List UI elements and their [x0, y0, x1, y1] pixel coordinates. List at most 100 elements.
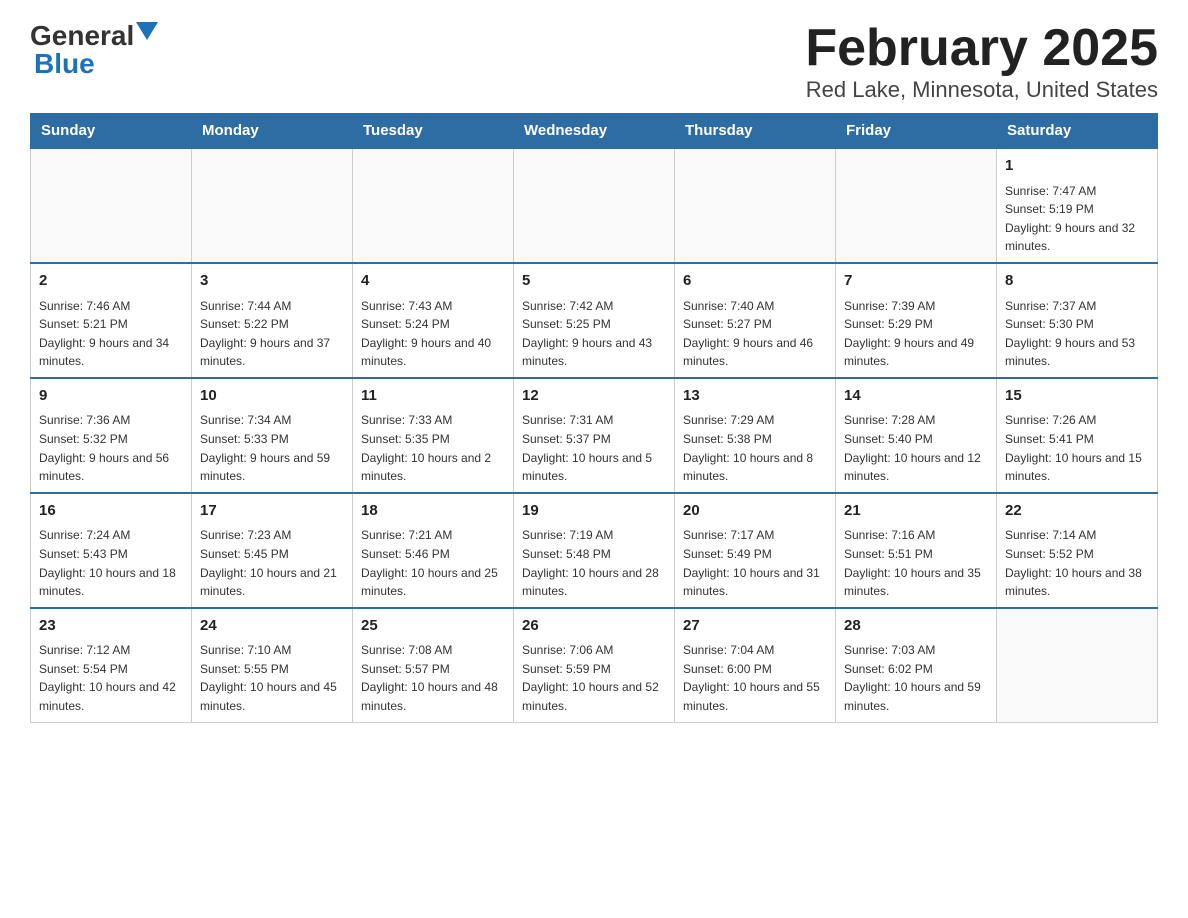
day-number: 9	[39, 385, 183, 408]
day-number: 6	[683, 270, 827, 293]
weekday-header-row: SundayMondayTuesdayWednesdayThursdayFrid…	[31, 114, 1158, 149]
calendar-day-cell: 17 Sunrise: 7:23 AMSunset: 5:45 PMDayligh…	[192, 493, 353, 608]
calendar-day-cell: 15Sunrise: 7:26 AMSunset: 5:41 PMDayligh…	[997, 378, 1158, 493]
calendar-day-cell: 20Sunrise: 7:17 AMSunset: 5:49 PMDayligh…	[675, 493, 836, 608]
calendar-day-cell: 27 Sunrise: 7:04 AMSunset: 6:00 PMDayligh…	[675, 608, 836, 722]
calendar-day-cell: 6 Sunrise: 7:40 AMSunset: 5:27 PMDaylight…	[675, 263, 836, 378]
day-number: 3	[200, 270, 344, 293]
day-number: 2	[39, 270, 183, 293]
calendar-body: 1 Sunrise: 7:47 AMSunset: 5:19 PMDaylight…	[31, 148, 1158, 722]
day-number: 10	[200, 385, 344, 408]
calendar-header: SundayMondayTuesdayWednesdayThursdayFrid…	[31, 114, 1158, 149]
day-number: 24	[200, 615, 344, 638]
day-info: Sunrise: 7:44 AMSunset: 5:22 PMDaylight:…	[200, 297, 344, 371]
calendar-day-cell: 26 Sunrise: 7:06 AMSunset: 5:59 PMDayligh…	[514, 608, 675, 722]
calendar-week-row: 9 Sunrise: 7:36 AMSunset: 5:32 PMDaylight…	[31, 378, 1158, 493]
day-number: 23	[39, 615, 183, 638]
day-info: Sunrise: 7:29 AMSunset: 5:38 PMDaylight:…	[683, 411, 827, 485]
day-info: Sunrise: 7:06 AMSunset: 5:59 PMDaylight:…	[522, 641, 666, 715]
day-info: Sunrise: 7:24 AMSunset: 5:43 PMDaylight:…	[39, 526, 183, 600]
weekday-header-thursday: Thursday	[675, 114, 836, 149]
day-number: 20	[683, 500, 827, 523]
weekday-header-friday: Friday	[836, 114, 997, 149]
day-info: Sunrise: 7:21 AMSunset: 5:46 PMDaylight:…	[361, 526, 505, 600]
calendar-day-cell: 19Sunrise: 7:19 AMSunset: 5:48 PMDayligh…	[514, 493, 675, 608]
calendar-day-cell: 3 Sunrise: 7:44 AMSunset: 5:22 PMDaylight…	[192, 263, 353, 378]
day-number: 8	[1005, 270, 1149, 293]
calendar-subtitle: Red Lake, Minnesota, United States	[805, 77, 1158, 103]
day-number: 22	[1005, 500, 1149, 523]
day-info: Sunrise: 7:19 AMSunset: 5:48 PMDaylight:…	[522, 526, 666, 600]
calendar-day-cell: 12Sunrise: 7:31 AMSunset: 5:37 PMDayligh…	[514, 378, 675, 493]
day-number: 27	[683, 615, 827, 638]
calendar-day-cell	[836, 148, 997, 263]
weekday-header-saturday: Saturday	[997, 114, 1158, 149]
calendar-day-cell: 8 Sunrise: 7:37 AMSunset: 5:30 PMDaylight…	[997, 263, 1158, 378]
day-number: 11	[361, 385, 505, 408]
calendar-day-cell: 10Sunrise: 7:34 AMSunset: 5:33 PMDayligh…	[192, 378, 353, 493]
day-number: 28	[844, 615, 988, 638]
logo-triangle-icon	[136, 22, 158, 44]
calendar-table: SundayMondayTuesdayWednesdayThursdayFrid…	[30, 113, 1158, 722]
day-info: Sunrise: 7:28 AMSunset: 5:40 PMDaylight:…	[844, 411, 988, 485]
day-info: Sunrise: 7:33 AMSunset: 5:35 PMDaylight:…	[361, 411, 505, 485]
day-info: Sunrise: 7:39 AMSunset: 5:29 PMDaylight:…	[844, 297, 988, 371]
calendar-day-cell	[514, 148, 675, 263]
calendar-week-row: 16 Sunrise: 7:24 AMSunset: 5:43 PMDayligh…	[31, 493, 1158, 608]
day-info: Sunrise: 7:23 AMSunset: 5:45 PMDaylight:…	[200, 526, 344, 600]
day-number: 17	[200, 500, 344, 523]
page-header: General Blue February 2025 Red Lake, Min…	[30, 20, 1158, 103]
logo-blue-text: Blue	[34, 48, 95, 80]
day-number: 15	[1005, 385, 1149, 408]
weekday-header-sunday: Sunday	[31, 114, 192, 149]
day-info: Sunrise: 7:16 AMSunset: 5:51 PMDaylight:…	[844, 526, 988, 600]
calendar-title: February 2025	[805, 20, 1158, 77]
calendar-day-cell: 18 Sunrise: 7:21 AMSunset: 5:46 PMDayligh…	[353, 493, 514, 608]
day-number: 7	[844, 270, 988, 293]
logo: General Blue	[30, 20, 158, 80]
day-info: Sunrise: 7:46 AMSunset: 5:21 PMDaylight:…	[39, 297, 183, 371]
calendar-day-cell: 4Sunrise: 7:43 AMSunset: 5:24 PMDaylight…	[353, 263, 514, 378]
day-info: Sunrise: 7:10 AMSunset: 5:55 PMDaylight:…	[200, 641, 344, 715]
day-info: Sunrise: 7:47 AMSunset: 5:19 PMDaylight:…	[1005, 182, 1149, 256]
calendar-day-cell: 23 Sunrise: 7:12 AMSunset: 5:54 PMDayligh…	[31, 608, 192, 722]
calendar-day-cell: 22 Sunrise: 7:14 AMSunset: 5:52 PMDayligh…	[997, 493, 1158, 608]
calendar-day-cell: 13 Sunrise: 7:29 AMSunset: 5:38 PMDayligh…	[675, 378, 836, 493]
calendar-day-cell: 28 Sunrise: 7:03 AMSunset: 6:02 PMDayligh…	[836, 608, 997, 722]
calendar-week-row: 1 Sunrise: 7:47 AMSunset: 5:19 PMDaylight…	[31, 148, 1158, 263]
day-number: 21	[844, 500, 988, 523]
calendar-day-cell: 11 Sunrise: 7:33 AMSunset: 5:35 PMDayligh…	[353, 378, 514, 493]
day-number: 18	[361, 500, 505, 523]
day-number: 26	[522, 615, 666, 638]
day-number: 4	[361, 270, 505, 293]
day-info: Sunrise: 7:40 AMSunset: 5:27 PMDaylight:…	[683, 297, 827, 371]
calendar-day-cell: 2 Sunrise: 7:46 AMSunset: 5:21 PMDaylight…	[31, 263, 192, 378]
calendar-day-cell	[192, 148, 353, 263]
day-info: Sunrise: 7:42 AMSunset: 5:25 PMDaylight:…	[522, 297, 666, 371]
calendar-week-row: 23 Sunrise: 7:12 AMSunset: 5:54 PMDayligh…	[31, 608, 1158, 722]
calendar-day-cell	[353, 148, 514, 263]
calendar-day-cell	[675, 148, 836, 263]
weekday-header-wednesday: Wednesday	[514, 114, 675, 149]
day-number: 25	[361, 615, 505, 638]
day-info: Sunrise: 7:37 AMSunset: 5:30 PMDaylight:…	[1005, 297, 1149, 371]
day-number: 12	[522, 385, 666, 408]
calendar-day-cell: 16 Sunrise: 7:24 AMSunset: 5:43 PMDayligh…	[31, 493, 192, 608]
day-number: 14	[844, 385, 988, 408]
calendar-day-cell: 24 Sunrise: 7:10 AMSunset: 5:55 PMDayligh…	[192, 608, 353, 722]
day-number: 13	[683, 385, 827, 408]
day-number: 16	[39, 500, 183, 523]
day-number: 5	[522, 270, 666, 293]
calendar-day-cell: 14 Sunrise: 7:28 AMSunset: 5:40 PMDayligh…	[836, 378, 997, 493]
calendar-week-row: 2 Sunrise: 7:46 AMSunset: 5:21 PMDaylight…	[31, 263, 1158, 378]
calendar-day-cell: 1 Sunrise: 7:47 AMSunset: 5:19 PMDaylight…	[997, 148, 1158, 263]
day-info: Sunrise: 7:03 AMSunset: 6:02 PMDaylight:…	[844, 641, 988, 715]
calendar-day-cell	[997, 608, 1158, 722]
calendar-day-cell: 9 Sunrise: 7:36 AMSunset: 5:32 PMDaylight…	[31, 378, 192, 493]
day-info: Sunrise: 7:14 AMSunset: 5:52 PMDaylight:…	[1005, 526, 1149, 600]
day-info: Sunrise: 7:12 AMSunset: 5:54 PMDaylight:…	[39, 641, 183, 715]
day-info: Sunrise: 7:04 AMSunset: 6:00 PMDaylight:…	[683, 641, 827, 715]
day-number: 1	[1005, 155, 1149, 178]
calendar-day-cell: 21 Sunrise: 7:16 AMSunset: 5:51 PMDayligh…	[836, 493, 997, 608]
day-info: Sunrise: 7:36 AMSunset: 5:32 PMDaylight:…	[39, 411, 183, 485]
